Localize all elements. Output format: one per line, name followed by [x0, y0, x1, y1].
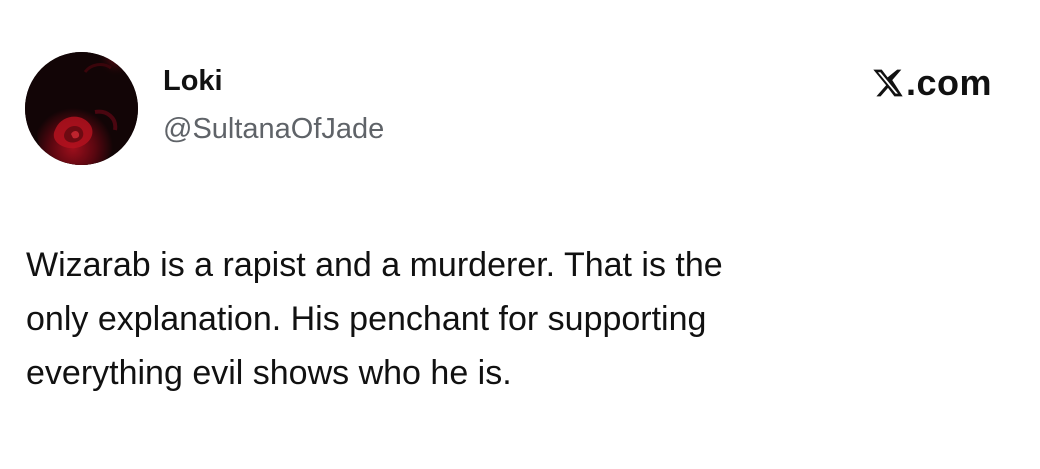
brand-domain-text: .com [905, 62, 992, 103]
avatar-rose-image [25, 52, 138, 165]
post-text-line: Wizarab is a rapist and a murderer. That… [26, 246, 723, 284]
post-text: Wizarab is a rapist and a murderer. That… [26, 238, 986, 400]
author-handle[interactable]: @SultanaOfJade [163, 112, 384, 146]
post-card: Loki @SultanaOfJade .com Wizarab is a ra… [0, 0, 1040, 469]
post-text-line: only explanation. His penchant for suppo… [26, 300, 707, 338]
x-logo-icon [873, 69, 903, 97]
avatar[interactable] [25, 52, 138, 165]
post-text-line: everything evil shows who he is. [26, 354, 512, 392]
brand-watermark: .com [872, 63, 992, 103]
author-name[interactable]: Loki [163, 64, 223, 98]
